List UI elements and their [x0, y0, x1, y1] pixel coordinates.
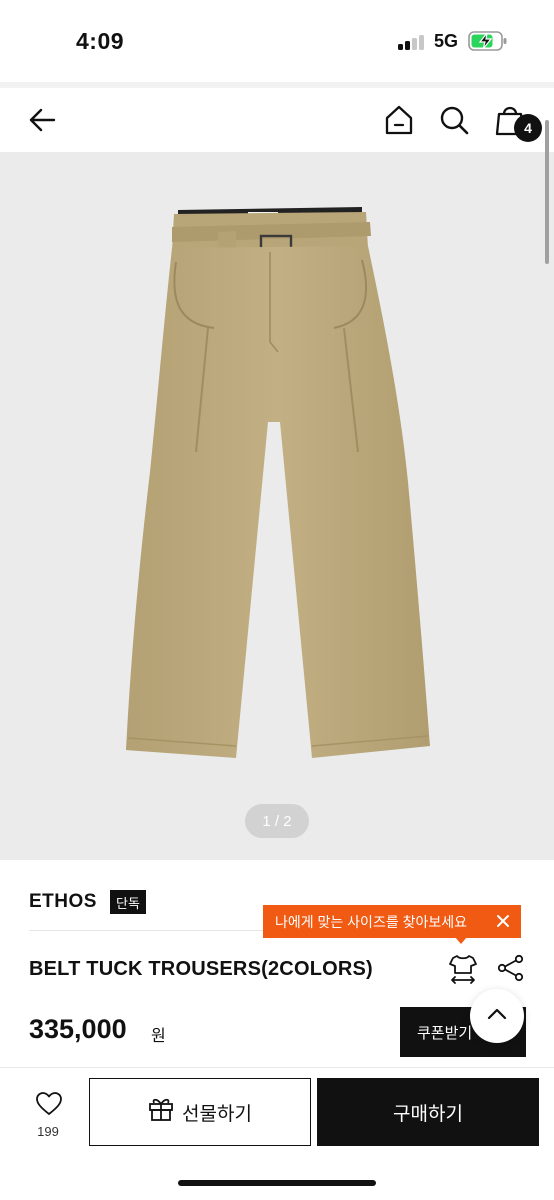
gift-icon — [148, 1096, 174, 1128]
battery-icon — [468, 31, 508, 51]
chevron-up-icon — [485, 1002, 509, 1031]
gift-button-label: 선물하기 — [182, 1103, 252, 1125]
product-price: 335,000 — [29, 1014, 127, 1044]
scrollbar[interactable] — [545, 120, 549, 264]
search-icon[interactable] — [434, 100, 474, 140]
exclusive-badge: 단독 — [110, 890, 146, 914]
price-currency: 원 — [151, 1028, 166, 1045]
product-name: BELT TUCK TROUSERS(2COLORS) — [29, 958, 373, 980]
like-button[interactable]: 199 — [18, 1090, 78, 1146]
share-icon[interactable] — [497, 954, 525, 982]
coupon-button-label: 쿠폰받기 — [417, 1024, 473, 1042]
size-tip-text: 나에게 맞는 사이즈를 찾아보세요 — [275, 913, 467, 930]
home-icon[interactable] — [379, 100, 419, 140]
close-icon[interactable] — [495, 913, 511, 929]
signal-icon — [398, 34, 424, 50]
buy-button-label: 구매하기 — [393, 1103, 463, 1125]
product-image — [126, 207, 430, 758]
like-count: 199 — [37, 1124, 59, 1139]
size-tip-tooltip[interactable]: 나에게 맞는 사이즈를 찾아보세요 — [263, 905, 521, 938]
home-indicator[interactable] — [178, 1180, 376, 1186]
image-page-indicator: 1 / 2 — [245, 804, 309, 838]
status-bar: 4:09 5G — [0, 0, 554, 82]
gift-button[interactable]: 선물하기 — [89, 1078, 311, 1146]
info-divider — [29, 930, 291, 931]
brand-name[interactable]: ETHOS — [29, 891, 97, 913]
back-arrow-icon[interactable] — [22, 100, 62, 140]
cart-count-badge: 4 — [514, 114, 542, 142]
heart-icon — [36, 1092, 62, 1121]
buy-button[interactable]: 구매하기 — [317, 1078, 539, 1146]
status-time: 4:09 — [76, 28, 125, 54]
scroll-to-top-button[interactable] — [470, 989, 524, 1043]
network-type: 5G — [434, 31, 459, 51]
size-tip-pointer — [455, 937, 467, 944]
size-guide-icon[interactable] — [447, 953, 479, 985]
product-image-gallery[interactable] — [0, 152, 554, 860]
app-header — [0, 88, 554, 152]
